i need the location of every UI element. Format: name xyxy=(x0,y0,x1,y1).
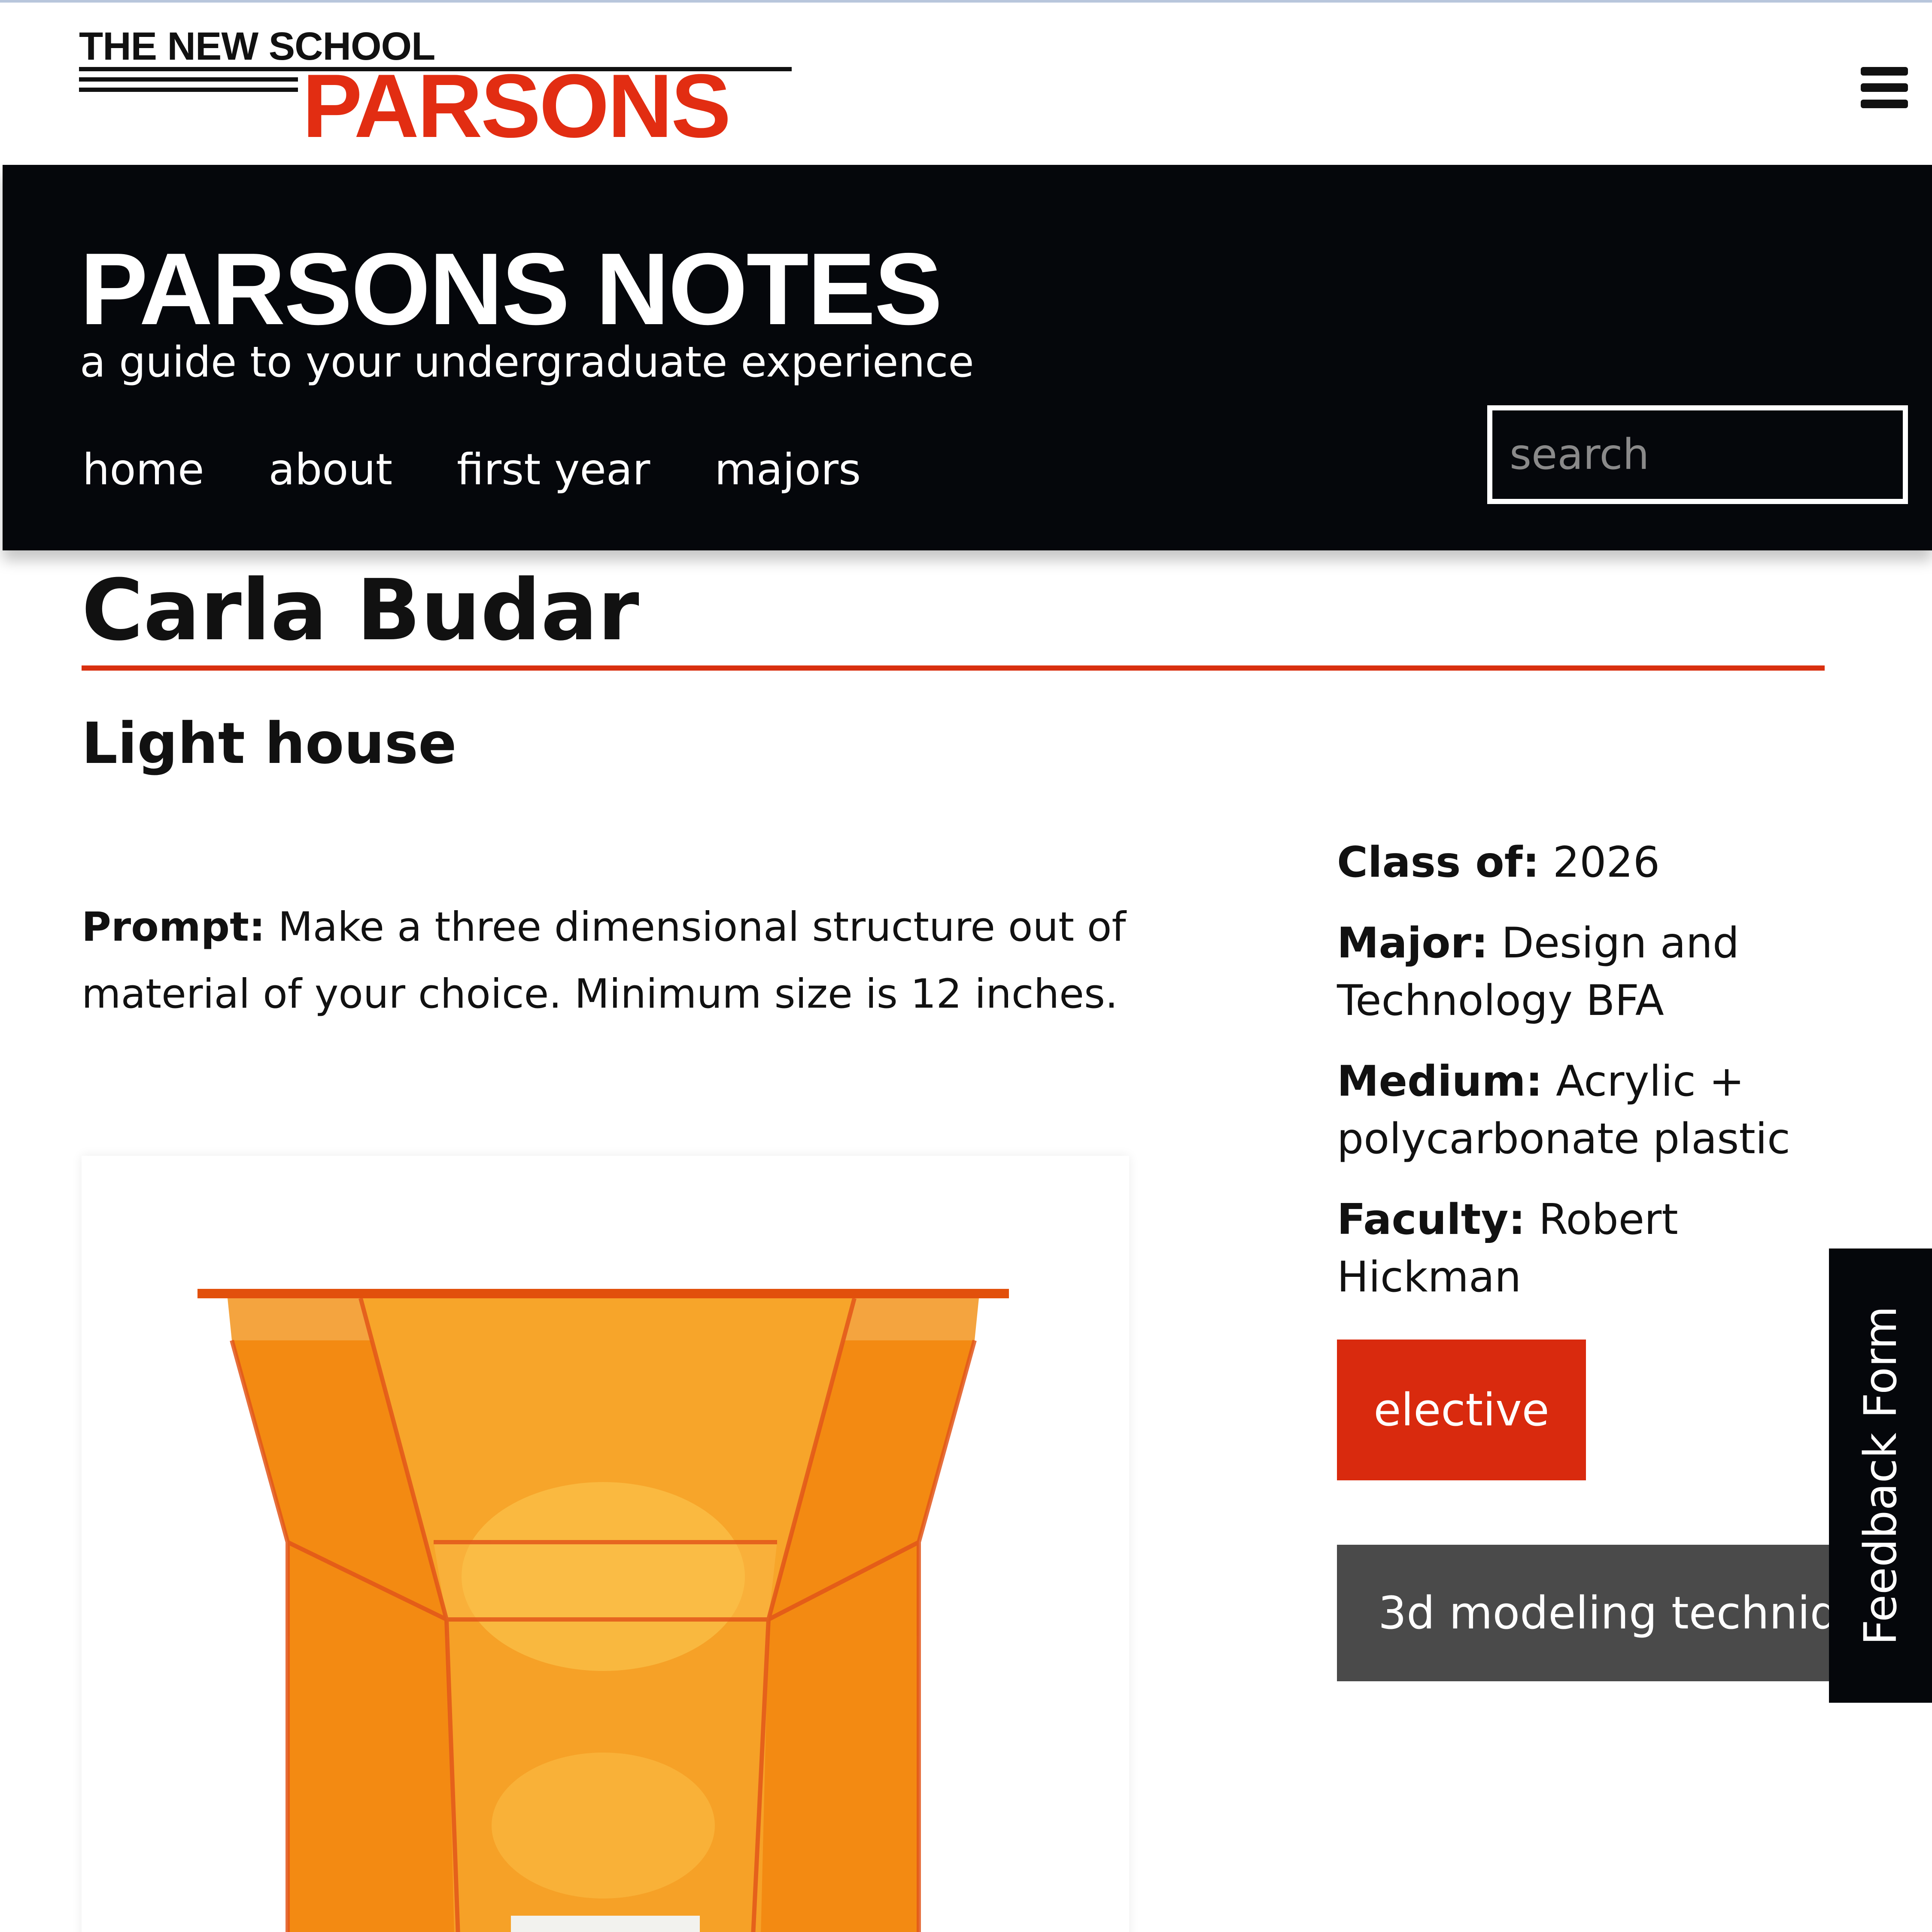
author-name: Carla Budar xyxy=(82,562,639,659)
feedback-form-tab[interactable]: Feedback Form xyxy=(1829,1249,1932,1703)
logo-rule xyxy=(79,77,298,82)
prompt-text: Prompt: Make a three dimensional structu… xyxy=(82,894,1206,1028)
meta-medium: Medium: Acrylic + polycarbonate plastic xyxy=(1337,1053,1856,1168)
nav-first-year[interactable]: first year xyxy=(457,444,650,495)
meta-faculty-label: Faculty: xyxy=(1337,1195,1525,1244)
menu-bar xyxy=(1861,67,1908,76)
menu-bar xyxy=(1861,83,1908,92)
main-nav: home about first year majors xyxy=(82,444,925,495)
title-divider xyxy=(82,665,1825,671)
nav-majors[interactable]: majors xyxy=(714,444,861,495)
prompt-label: Prompt: xyxy=(82,904,265,951)
nav-about[interactable]: about xyxy=(269,444,393,495)
tag-elective[interactable]: elective xyxy=(1337,1340,1586,1480)
meta-class-label: Class of: xyxy=(1337,838,1540,887)
hamburger-menu-icon[interactable] xyxy=(1861,67,1908,108)
search-input[interactable] xyxy=(1487,405,1908,504)
lighthouse-photo xyxy=(82,1156,1129,1932)
logo-main-text: PARSONS xyxy=(302,55,731,156)
site-tagline: a guide to your undergraduate experience xyxy=(80,338,974,387)
artwork-meta: Class of: 2026 Major: Design and Technol… xyxy=(1337,834,1856,1329)
meta-class: Class of: 2026 xyxy=(1337,834,1856,891)
page: THE NEW SCHOOL PARSONS PARSONS NOTES a g… xyxy=(0,0,1932,1932)
meta-medium-label: Medium: xyxy=(1337,1057,1543,1106)
site-header: PARSONS NOTES a guide to your undergradu… xyxy=(3,165,1932,550)
feedback-label: Feedback Form xyxy=(1854,1306,1907,1646)
logo-rule xyxy=(79,88,298,92)
menu-bar xyxy=(1861,100,1908,108)
site-title[interactable]: PARSONS NOTES xyxy=(80,234,942,345)
meta-major: Major: Design and Technology BFA xyxy=(1337,914,1856,1030)
parsons-logo[interactable]: THE NEW SCHOOL PARSONS xyxy=(79,24,792,151)
artwork-image[interactable] xyxy=(82,1156,1129,1932)
meta-faculty: Faculty: Robert Hickman xyxy=(1337,1191,1856,1306)
main-content: Carla Budar Light house Prompt: Make a t… xyxy=(82,550,1932,1932)
logo-bar: THE NEW SCHOOL PARSONS xyxy=(0,3,1932,165)
nav-home[interactable]: home xyxy=(82,444,204,495)
meta-class-value: 2026 xyxy=(1539,838,1660,887)
meta-major-label: Major: xyxy=(1337,919,1488,968)
work-title: Light house xyxy=(82,711,457,777)
